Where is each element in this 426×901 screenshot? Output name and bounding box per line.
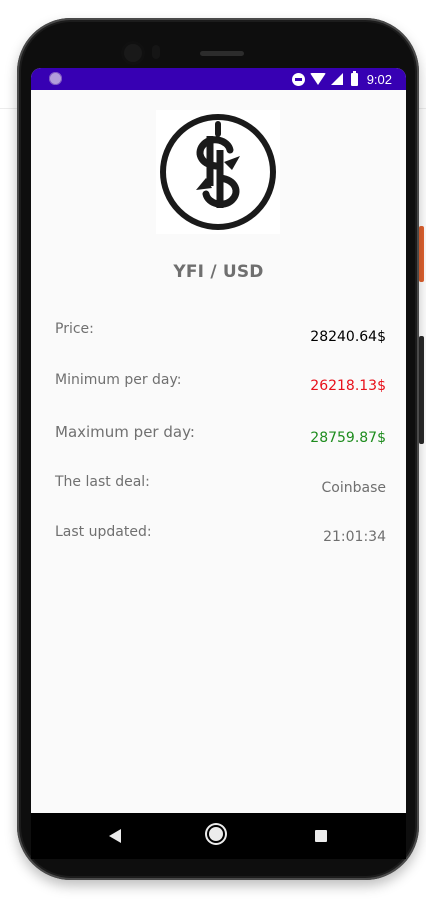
last-deal-value: Coinbase (321, 480, 386, 496)
coin-logo (156, 110, 280, 234)
battery-icon (350, 70, 358, 86)
back-icon[interactable] (109, 829, 121, 843)
minimum-per-day-label: Minimum per day: (55, 372, 182, 388)
app-screen: 9:02 YFI / USD Price: 28240.64$ Minimum … (31, 68, 406, 813)
maximum-per-day-value: 28759.87$ (310, 430, 386, 446)
volume-button (419, 336, 424, 444)
price-value: 28240.64$ (310, 329, 386, 345)
front-camera-icon (124, 44, 142, 62)
status-icons: 9:02 (291, 70, 392, 87)
last-updated-label: Last updated: (55, 524, 152, 540)
status-bar: 9:02 (31, 68, 406, 90)
navigation-bar (31, 813, 406, 859)
last-deal-label: The last deal: (55, 474, 150, 490)
notification-dot-icon (49, 72, 62, 85)
yearn-finance-logo-icon (160, 114, 276, 230)
earpiece-speaker (200, 51, 244, 56)
power-button (419, 226, 424, 282)
device-stage: 9:02 YFI / USD Price: 28240.64$ Minimum … (0, 0, 426, 901)
do-not-disturb-icon (291, 72, 305, 86)
last-updated-value: 21:01:34 (323, 529, 386, 545)
cell-signal-icon (330, 73, 343, 85)
home-icon[interactable] (209, 827, 223, 841)
minimum-per-day-value: 26218.13$ (310, 378, 386, 394)
wifi-icon (309, 73, 326, 85)
maximum-per-day-label: Maximum per day: (55, 423, 195, 441)
status-time: 9:02 (366, 71, 392, 87)
pair-title: YFI / USD (173, 262, 264, 282)
price-label: Price: (55, 321, 94, 337)
proximity-sensor (152, 45, 160, 59)
recents-icon[interactable] (315, 830, 327, 842)
